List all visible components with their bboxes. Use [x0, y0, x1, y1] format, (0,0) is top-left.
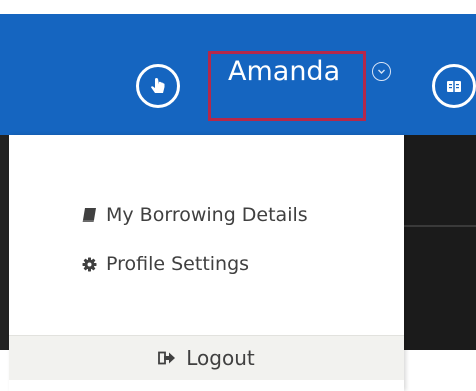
book-reader-icon: [447, 81, 461, 92]
menu-item-profile-settings[interactable]: Profile Settings: [81, 250, 249, 278]
menu-item-label: My Borrowing Details: [106, 204, 308, 226]
book-icon: [81, 206, 97, 224]
logout-label: Logout: [186, 346, 255, 370]
background-page-content: [404, 135, 476, 350]
background-page-edge: [0, 135, 9, 350]
hand-pointer-button[interactable]: [136, 64, 180, 108]
menu-item-my-borrowing-details[interactable]: My Borrowing Details: [81, 201, 308, 229]
chevron-down-circle-icon: [378, 69, 385, 74]
reader-button[interactable]: [432, 64, 476, 108]
user-dropdown-menu: My Borrowing Details Profile Settings Lo…: [9, 135, 404, 391]
background-divider: [404, 225, 476, 227]
dropdown-toggle[interactable]: [372, 62, 391, 81]
hand-pointer-icon: [151, 77, 165, 93]
logout-button[interactable]: Logout: [9, 335, 404, 380]
user-name-menu-toggle[interactable]: Amanda: [228, 52, 340, 92]
menu-item-label: Profile Settings: [106, 253, 250, 275]
sign-out-icon: [158, 351, 176, 365]
gear-icon: [81, 255, 97, 273]
